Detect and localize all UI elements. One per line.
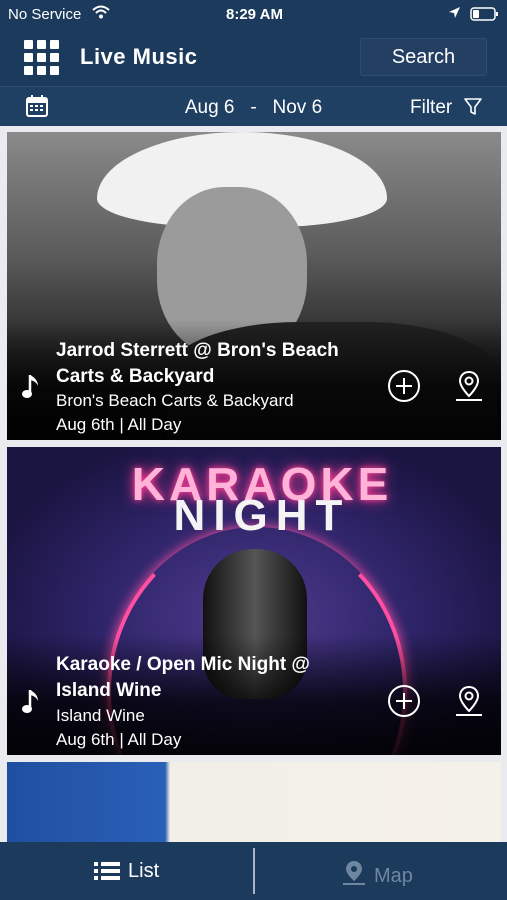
status-bar: No Service 8:29 AM: [0, 0, 507, 30]
wifi-icon: [92, 4, 110, 24]
tab-list-label: List: [128, 860, 160, 882]
battery-icon: [470, 7, 500, 25]
map-pin-icon: [343, 861, 365, 885]
tab-map-label: Map: [374, 865, 413, 887]
filter-button[interactable]: Filter: [410, 97, 452, 119]
event-photo-text-night: NIGHT: [173, 491, 351, 540]
map-pin-icon[interactable]: [452, 369, 486, 403]
event-card[interactable]: KARAOKE NIGHT Karaoke / Open Mic Night @…: [7, 447, 501, 755]
date-separator: -: [250, 97, 257, 118]
tab-list[interactable]: List: [94, 860, 159, 883]
page-title: Live Music: [80, 44, 198, 69]
bottom-tab-bar: List Map: [0, 842, 507, 900]
music-note-icon: [21, 372, 43, 400]
music-note-icon: [21, 687, 43, 715]
event-card[interactable]: Jarrod Sterrett @ Bron's Beach Carts & B…: [7, 132, 501, 440]
date-to: Nov 6: [272, 97, 323, 118]
app-header: Live Music Search: [0, 30, 507, 86]
filter-icon[interactable]: [464, 98, 482, 116]
event-title[interactable]: Jarrod Sterrett @ Bron's Beach Carts & B…: [56, 338, 366, 390]
event-card[interactable]: [7, 762, 501, 842]
event-venue: Bron's Beach Carts & Backyard: [56, 391, 294, 410]
event-venue: Island Wine: [56, 706, 145, 725]
map-pin-icon[interactable]: [452, 684, 486, 718]
clock: 8:29 AM: [226, 6, 283, 23]
tab-map[interactable]: Map: [342, 860, 413, 888]
event-title[interactable]: Karaoke / Open Mic Night @ Island Wine: [56, 652, 366, 704]
carrier-label: No Service: [8, 6, 82, 23]
grid-icon[interactable]: [24, 40, 60, 76]
list-icon: [94, 862, 120, 880]
tab-divider: [253, 848, 255, 894]
date-range-bar: Aug 6 - Nov 6 Filter: [0, 86, 507, 126]
location-arrow-icon: [448, 6, 461, 23]
search-button[interactable]: Search: [360, 38, 487, 76]
add-circle-icon[interactable]: [387, 369, 421, 403]
add-circle-icon[interactable]: [387, 684, 421, 718]
event-date: Aug 6th | All Day: [56, 415, 182, 434]
event-date: Aug 6th | All Day: [56, 730, 182, 749]
date-from: Aug 6: [184, 97, 235, 118]
